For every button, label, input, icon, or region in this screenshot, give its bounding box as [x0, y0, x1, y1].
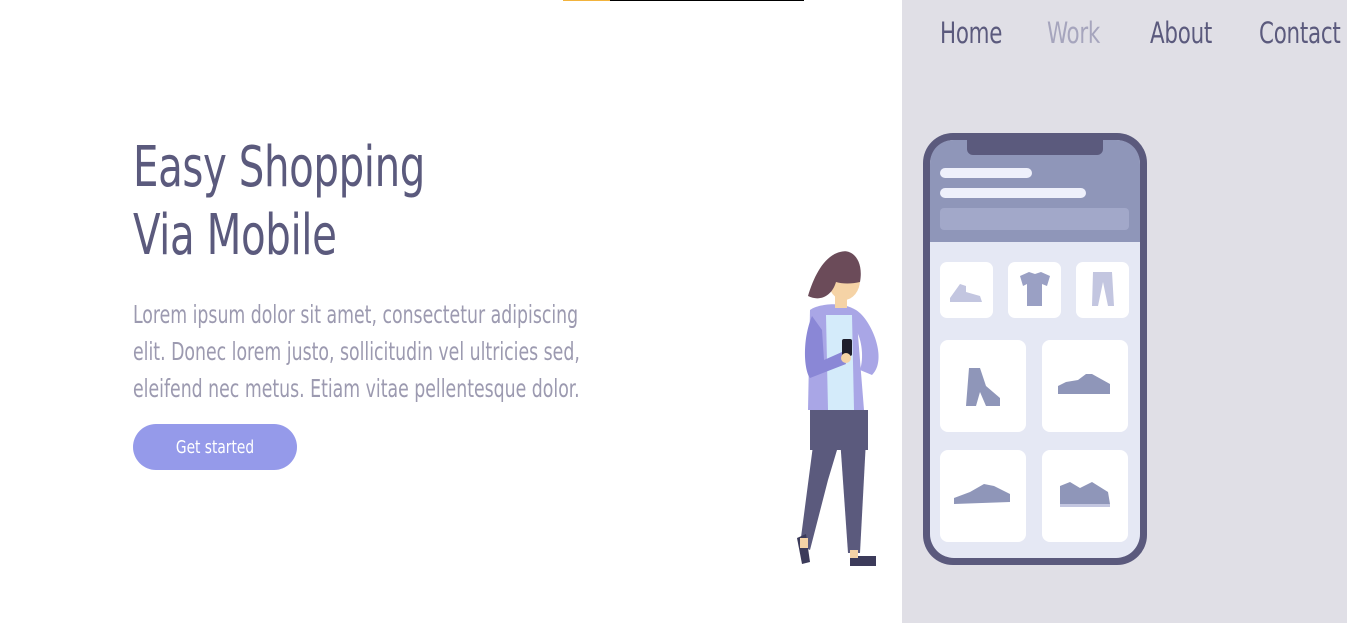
hero-title-line1: Easy Shopping — [133, 135, 425, 200]
top-stripe-accent — [563, 0, 610, 1]
hero-title-line2: Via Mobile — [133, 203, 337, 268]
shopping-illustration — [797, 133, 1147, 566]
hero-title: Easy Shopping Via Mobile — [133, 134, 425, 270]
nav-about[interactable]: About — [1150, 16, 1212, 50]
get-started-label: Get started — [175, 436, 255, 458]
nav-home[interactable]: Home — [940, 16, 1002, 50]
main-nav: Home Work About Contact — [940, 16, 1347, 50]
phone-icon — [923, 133, 1147, 565]
top-stripe — [563, 0, 804, 1]
hero-description-line: Lorem ipsum dolor sit amet, consectetur … — [133, 300, 579, 329]
hero-description-line: eleifend nec metus. Etiam vitae pellente… — [133, 374, 580, 403]
nav-work[interactable]: Work — [1047, 16, 1101, 50]
hero-description: Lorem ipsum dolor sit amet, consectetur … — [133, 296, 610, 407]
nav-contact[interactable]: Contact — [1259, 16, 1341, 50]
hero-description-line: elit. Donec lorem justo, sollicitudin ve… — [133, 337, 580, 366]
woman-figure-icon — [797, 251, 879, 566]
get-started-button[interactable]: Get started — [133, 424, 297, 470]
